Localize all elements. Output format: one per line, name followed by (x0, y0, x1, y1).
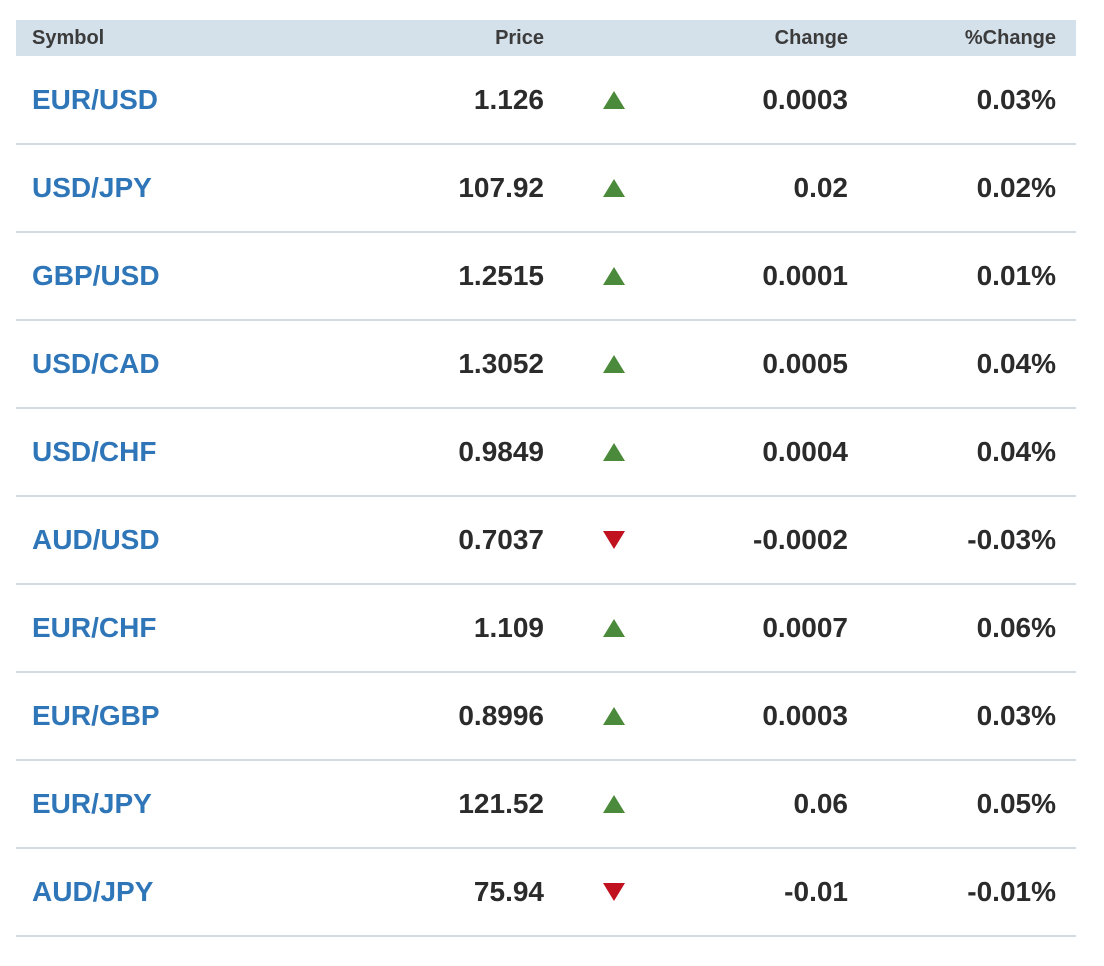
table-row: AUD/USD 0.7037 -0.0002 -0.03% (16, 496, 1076, 584)
header-row: Symbol Price Change %Change (16, 20, 1076, 56)
price-cell: 0.9849 (458, 436, 544, 467)
pct-change-cell: 0.04% (976, 436, 1056, 467)
pct-change-cell: 0.01% (976, 260, 1056, 291)
change-cell: 0.0003 (762, 700, 848, 731)
currency-quotes-table: Symbol Price Change %Change EUR/USD 1.126… (16, 20, 1076, 937)
table-row: EUR/CHF 1.109 0.0007 0.06% (16, 584, 1076, 672)
symbol-link[interactable]: USD/CAD (16, 320, 256, 408)
triangle-up-icon (603, 443, 625, 461)
header-symbol: Symbol (32, 26, 105, 49)
triangle-up-icon (603, 267, 625, 285)
symbol-link[interactable]: EUR/GBP (16, 672, 256, 760)
pct-change-cell: 0.05% (976, 788, 1056, 819)
symbol-link[interactable]: AUD/JPY (16, 848, 256, 936)
direction-cell (544, 496, 684, 584)
change-cell: -0.01 (784, 876, 848, 907)
change-cell: 0.0004 (762, 436, 848, 467)
change-cell: 0.06 (793, 788, 849, 819)
pct-change-cell: -0.03% (967, 524, 1056, 555)
table-row: EUR/USD 1.126 0.0003 0.03% (16, 56, 1076, 144)
price-cell: 75.94 (473, 876, 544, 907)
price-cell: 0.8996 (458, 700, 544, 731)
table-header: Symbol Price Change %Change (16, 20, 1076, 56)
symbol-link[interactable]: GBP/USD (16, 232, 256, 320)
change-cell: -0.0002 (753, 524, 848, 555)
direction-cell (544, 848, 684, 936)
direction-cell (544, 320, 684, 408)
table-row: EUR/JPY 121.52 0.06 0.05% (16, 760, 1076, 848)
table-row: USD/JPY 107.92 0.02 0.02% (16, 144, 1076, 232)
symbol-link[interactable]: AUD/USD (16, 496, 256, 584)
direction-cell (544, 232, 684, 320)
header-price: Price (495, 26, 544, 49)
symbol-link[interactable]: EUR/JPY (16, 760, 256, 848)
price-cell: 0.7037 (458, 524, 544, 555)
price-cell: 1.2515 (458, 260, 544, 291)
triangle-up-icon (603, 355, 625, 373)
pct-change-cell: 0.03% (976, 700, 1056, 731)
change-cell: 0.0005 (762, 348, 848, 379)
direction-cell (544, 144, 684, 232)
change-cell: 0.0001 (762, 260, 848, 291)
header-change: Change (774, 26, 848, 49)
price-cell: 121.52 (458, 788, 544, 819)
price-cell: 107.92 (458, 172, 544, 203)
direction-cell (544, 760, 684, 848)
price-cell: 1.126 (473, 83, 544, 115)
header-direction (544, 20, 684, 56)
pct-change-cell: 0.04% (976, 348, 1056, 379)
direction-cell (544, 672, 684, 760)
direction-cell (544, 408, 684, 496)
change-cell: 0.02 (793, 172, 849, 203)
symbol-link[interactable]: EUR/CHF (16, 584, 256, 672)
table-row: EUR/GBP 0.8996 0.0003 0.03% (16, 672, 1076, 760)
pct-change-cell: -0.01% (967, 876, 1056, 907)
price-cell: 1.3052 (458, 348, 544, 379)
symbol-link[interactable]: EUR/USD (16, 56, 256, 144)
triangle-up-icon (603, 619, 625, 637)
pct-change-cell: 0.02% (976, 172, 1056, 203)
table-row: USD/CHF 0.9849 0.0004 0.04% (16, 408, 1076, 496)
symbol-link[interactable]: USD/CHF (16, 408, 256, 496)
triangle-up-icon (603, 179, 625, 197)
table-row: GBP/USD 1.2515 0.0001 0.01% (16, 232, 1076, 320)
pct-change-cell: 0.06% (976, 612, 1056, 643)
triangle-down-icon (603, 531, 625, 549)
triangle-up-icon (603, 90, 625, 109)
triangle-up-icon (603, 795, 625, 813)
direction-cell (544, 584, 684, 672)
change-cell: 0.0003 (762, 83, 848, 115)
change-cell: 0.0007 (762, 612, 848, 643)
header-pct-change: %Change (964, 26, 1056, 49)
triangle-up-icon (603, 707, 625, 725)
direction-cell (544, 56, 684, 144)
table-row: USD/CAD 1.3052 0.0005 0.04% (16, 320, 1076, 408)
pct-change-cell: 0.03% (976, 83, 1056, 115)
table-row: AUD/JPY 75.94 -0.01 -0.01% (16, 848, 1076, 936)
symbol-link[interactable]: USD/JPY (16, 144, 256, 232)
triangle-down-icon (603, 883, 625, 901)
table-body: EUR/USD 1.126 0.0003 0.03% USD/JPY 107.92 0.02… (16, 56, 1076, 936)
price-cell: 1.109 (473, 612, 544, 643)
